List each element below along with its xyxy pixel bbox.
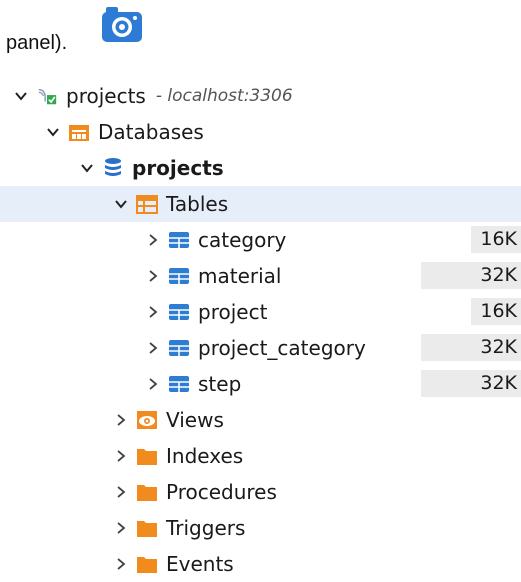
database-icon	[102, 158, 124, 178]
table-name: category	[198, 228, 287, 252]
connection-label: projects	[66, 84, 146, 108]
table-size: 32K	[421, 262, 521, 289]
folder-icon	[136, 446, 158, 466]
table-size: 16K	[471, 298, 521, 325]
camera-icon	[102, 7, 142, 42]
chevron-right-icon[interactable]	[146, 341, 160, 355]
chevron-down-icon[interactable]	[114, 197, 128, 211]
databases-folder-icon	[68, 122, 90, 142]
table-row[interactable]: project_category 32K	[0, 330, 521, 366]
table-icon	[168, 266, 190, 286]
table-icon	[168, 374, 190, 394]
table-row[interactable]: step 32K	[0, 366, 521, 402]
triggers-label: Triggers	[166, 516, 246, 540]
connection-icon	[36, 86, 58, 106]
procedures-label: Procedures	[166, 480, 277, 504]
chevron-right-icon[interactable]	[146, 269, 160, 283]
tables-folder-icon	[136, 194, 158, 214]
table-row[interactable]: project 16K	[0, 294, 521, 330]
database-label: projects	[132, 156, 224, 180]
chevron-down-icon[interactable]	[80, 161, 94, 175]
table-size: 32K	[421, 370, 521, 397]
chevron-right-icon[interactable]	[114, 449, 128, 463]
tree-node-procedures[interactable]: Procedures	[0, 474, 521, 510]
chevron-right-icon[interactable]	[114, 557, 128, 571]
table-row[interactable]: category 16K	[0, 222, 521, 258]
views-label: Views	[166, 408, 224, 432]
tree-node-events[interactable]: Events	[0, 546, 521, 582]
connection-host: - localhost:3306	[155, 86, 293, 106]
tree-node-tables[interactable]: Tables	[0, 186, 521, 222]
tree-node-connection[interactable]: projects - localhost:3306	[0, 78, 521, 114]
folder-icon	[136, 482, 158, 502]
chevron-down-icon[interactable]	[14, 89, 28, 103]
table-size: 32K	[421, 334, 521, 361]
table-name: project	[198, 300, 268, 324]
caption-text: panel).	[6, 32, 68, 54]
table-icon	[168, 302, 190, 322]
chevron-right-icon[interactable]	[114, 413, 128, 427]
views-eye-icon	[136, 410, 158, 430]
tree-node-views[interactable]: Views	[0, 402, 521, 438]
chevron-right-icon[interactable]	[146, 233, 160, 247]
table-name: material	[198, 264, 282, 288]
events-label: Events	[166, 552, 234, 576]
folder-icon	[136, 518, 158, 538]
table-name: step	[198, 372, 242, 396]
table-row[interactable]: material 32K	[0, 258, 521, 294]
chevron-right-icon[interactable]	[146, 305, 160, 319]
indexes-label: Indexes	[166, 444, 244, 468]
tree-node-triggers[interactable]: Triggers	[0, 510, 521, 546]
tree-node-indexes[interactable]: Indexes	[0, 438, 521, 474]
table-size: 16K	[471, 226, 521, 253]
chevron-down-icon[interactable]	[46, 125, 60, 139]
tables-label: Tables	[166, 192, 229, 216]
table-icon	[168, 338, 190, 358]
schema-tree: projects - localhost:3306 Databases proj…	[0, 78, 521, 582]
tree-node-database-projects[interactable]: projects	[0, 150, 521, 186]
tree-node-databases[interactable]: Databases	[0, 114, 521, 150]
folder-icon	[136, 554, 158, 574]
table-name: project_category	[198, 336, 366, 360]
chevron-right-icon[interactable]	[114, 485, 128, 499]
chevron-right-icon[interactable]	[146, 377, 160, 391]
chevron-right-icon[interactable]	[114, 521, 128, 535]
table-icon	[168, 230, 190, 250]
databases-label: Databases	[98, 120, 204, 144]
